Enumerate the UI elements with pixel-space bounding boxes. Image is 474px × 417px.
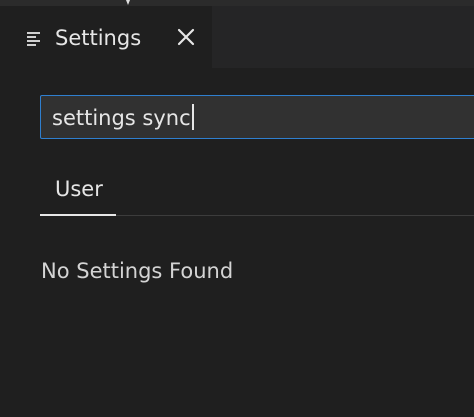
mouse-cursor-icon — [125, 0, 130, 5]
settings-search-box[interactable]: settings sync — [40, 95, 474, 139]
settings-search-input[interactable]: settings sync — [52, 104, 194, 132]
tab-settings[interactable]: Settings — [0, 6, 212, 68]
settings-editor-icon — [27, 31, 45, 46]
settings-editor: settings sync User No Settings Found — [0, 68, 474, 417]
settings-search-value: settings sync — [52, 106, 191, 130]
editor-tab-bar: Settings — [0, 6, 474, 68]
active-tab-indicator — [40, 214, 116, 216]
tab-settings-label: Settings — [55, 26, 142, 50]
tab-user[interactable]: User — [40, 172, 116, 216]
tab-user-label: User — [55, 177, 103, 201]
scope-tabs-divider — [116, 215, 474, 216]
text-caret — [191, 104, 194, 130]
no-results-message: No Settings Found — [41, 259, 234, 283]
close-icon[interactable] — [174, 25, 198, 49]
